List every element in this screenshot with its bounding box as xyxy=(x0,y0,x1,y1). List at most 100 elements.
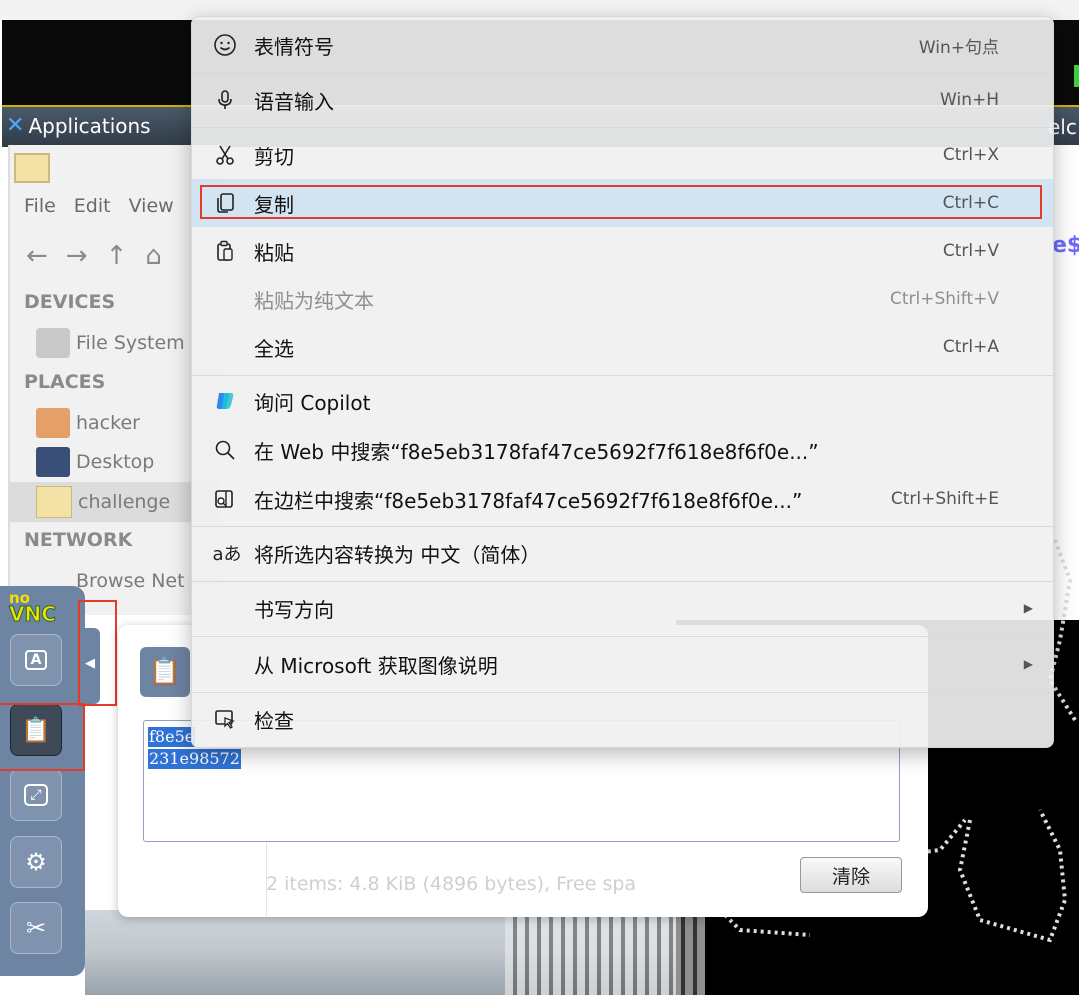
menu-item-ask-copilot[interactable]: 询问 Copilot xyxy=(192,377,1053,425)
section-places: PLACES xyxy=(24,371,106,393)
file-manager-statusbar: 2 items: 4.8 KiB (4896 bytes), Free spa xyxy=(266,873,637,895)
menu-item-shortcut: Ctrl+V xyxy=(942,241,999,261)
clipboard-text-line1: f8e5e xyxy=(148,727,196,747)
menu-item-shortcut: Win+H xyxy=(940,90,999,110)
menu-item-voice-input[interactable]: 语音输入 Win+H xyxy=(192,76,1053,124)
highlight-box-handle xyxy=(78,600,117,706)
wallpaper-building xyxy=(505,910,705,995)
clipboard-text-line2: 231e98572 xyxy=(148,749,241,769)
folder-icon xyxy=(14,153,50,183)
terminal-prompt: e$ xyxy=(1052,233,1079,258)
menu-item-label: 从 Microsoft 获取图像说明 xyxy=(254,653,498,678)
submenu-arrow-icon: ▶ xyxy=(1023,657,1033,671)
menu-separator xyxy=(192,127,1053,128)
search-icon xyxy=(212,437,238,463)
microphone-icon xyxy=(212,87,238,113)
menu-separator xyxy=(192,692,1053,693)
novnc-logo: no VNC xyxy=(9,590,57,626)
translate-icon: aあ xyxy=(212,544,242,565)
fullscreen-icon: ⤢ xyxy=(24,784,48,806)
menu-separator xyxy=(192,636,1053,637)
menu-item-select-all[interactable]: 全选 Ctrl+A xyxy=(192,323,1053,371)
logo-vnc: VNC xyxy=(9,602,57,626)
keyboard-button[interactable]: A xyxy=(10,634,62,686)
menu-item-search-sidebar[interactable]: 在边栏中搜索“f8e5eb3178faf47ce5692f7f618e8f6f0… xyxy=(192,475,1053,523)
applications-menu[interactable]: ✕ Applications xyxy=(6,113,151,138)
menu-item-label: 剪切 xyxy=(254,144,294,169)
section-devices: DEVICES xyxy=(24,291,116,313)
paste-icon xyxy=(212,238,238,264)
menu-edit[interactable]: Edit xyxy=(74,195,111,217)
menu-separator xyxy=(192,375,1053,376)
highlight-box-copy xyxy=(200,185,1042,219)
sidebar-search-icon xyxy=(212,486,238,512)
sidebar-item-label: Browse Net xyxy=(76,570,185,592)
clipboard-panel-icon: 📋 xyxy=(140,647,190,697)
menu-item-search-web[interactable]: 在 Web 中搜索“f8e5eb3178faf47ce5692f7f618e8f… xyxy=(192,426,1053,474)
menu-item-emoji[interactable]: 表情符号 Win+句点 xyxy=(192,21,1053,69)
menu-item-shortcut: Ctrl+Shift+V xyxy=(889,289,999,309)
menu-item-paste-plain[interactable]: 粘贴为纯文本 Ctrl+Shift+V xyxy=(192,275,1053,323)
desktop-icon xyxy=(36,447,70,477)
menu-item-shortcut: Ctrl+X xyxy=(942,145,999,165)
drive-icon xyxy=(36,328,70,358)
menu-item-writing-direction[interactable]: 书写方向 ▶ xyxy=(192,584,1053,632)
menu-item-label: 检查 xyxy=(254,708,294,733)
fullscreen-button[interactable]: ⤢ xyxy=(10,769,62,821)
menu-item-label: 全选 xyxy=(254,336,294,361)
scissors-icon xyxy=(212,142,238,168)
terminal-cursor xyxy=(1074,65,1079,87)
submenu-arrow-icon: ▶ xyxy=(1023,601,1033,615)
file-manager-toolbar: ← → ↑ ⌂ xyxy=(26,241,162,271)
menu-item-inspect[interactable]: 检查 xyxy=(192,695,1053,743)
emoji-icon xyxy=(212,32,238,58)
menu-item-cut[interactable]: 剪切 Ctrl+X xyxy=(192,131,1053,179)
forward-arrow-icon[interactable]: → xyxy=(66,241,88,271)
menu-item-label: 粘贴 xyxy=(254,240,294,265)
menu-view[interactable]: View xyxy=(129,195,174,217)
menu-item-translate[interactable]: aあ 将所选内容转换为 中文（简体） xyxy=(192,529,1053,577)
menu-item-label: 表情符号 xyxy=(254,34,334,59)
settings-button[interactable]: ⚙ xyxy=(10,836,62,888)
disconnect-icon: ✂ xyxy=(25,914,47,942)
file-manager-menubar: File Edit View xyxy=(24,195,174,217)
home-icon[interactable]: ⌂ xyxy=(145,241,162,271)
menu-item-paste[interactable]: 粘贴 Ctrl+V xyxy=(192,227,1053,275)
up-arrow-icon[interactable]: ↑ xyxy=(106,241,128,271)
menu-item-label: 将所选内容转换为 中文（简体） xyxy=(254,542,541,567)
sidebar-item-label: hacker xyxy=(76,412,140,434)
highlight-box-clipboard-button xyxy=(0,703,85,771)
xfce-logo-icon: ✕ xyxy=(6,113,25,138)
menu-separator xyxy=(192,581,1053,582)
sidebar-item-label: Desktop xyxy=(76,451,155,473)
menu-item-label: 在边栏中搜索“f8e5eb3178faf47ce5692f7f618e8f6f0… xyxy=(254,488,803,513)
sidebar-item-desktop[interactable]: Desktop xyxy=(36,444,154,480)
gear-icon: ⚙ xyxy=(25,848,47,876)
menu-item-image-description[interactable]: 从 Microsoft 获取图像说明 ▶ xyxy=(192,640,1053,688)
sidebar-item-file-system[interactable]: File System xyxy=(36,325,185,361)
disconnect-button[interactable]: ✂ xyxy=(10,902,62,954)
menu-item-shortcut: Win+句点 xyxy=(918,37,999,58)
clear-button[interactable]: 清除 xyxy=(800,857,902,893)
menu-separator xyxy=(192,526,1053,527)
sidebar-item-label: challenge xyxy=(78,491,171,513)
menu-item-label: 语音输入 xyxy=(254,89,334,114)
menu-item-label: 书写方向 xyxy=(254,597,334,622)
novnc-control-bar: no VNC A 📋 ⤢ ⚙ ✂ xyxy=(0,586,85,976)
sidebar-item-hacker[interactable]: hacker xyxy=(36,405,140,441)
keyboard-icon: A xyxy=(24,650,48,670)
menu-item-label: 询问 Copilot xyxy=(254,390,371,415)
context-menu: 表情符号 Win+句点 语音输入 Win+H 剪切 Ctrl+X 复制 Ctrl… xyxy=(191,16,1054,748)
inspect-icon xyxy=(212,706,238,732)
menu-item-label: 粘贴为纯文本 xyxy=(254,288,374,313)
folder-icon xyxy=(36,486,72,518)
sidebar-item-challenge[interactable]: challenge xyxy=(36,484,170,520)
section-network: NETWORK xyxy=(24,529,133,551)
menu-item-shortcut: Ctrl+A xyxy=(942,337,999,357)
back-arrow-icon[interactable]: ← xyxy=(26,241,48,271)
wallpaper-photo xyxy=(85,910,705,995)
menu-separator xyxy=(192,72,1053,73)
menu-file[interactable]: File xyxy=(24,195,56,217)
menu-item-label: 在 Web 中搜索“f8e5eb3178faf47ce5692f7f618e8f… xyxy=(254,439,819,464)
copilot-icon xyxy=(212,388,238,414)
